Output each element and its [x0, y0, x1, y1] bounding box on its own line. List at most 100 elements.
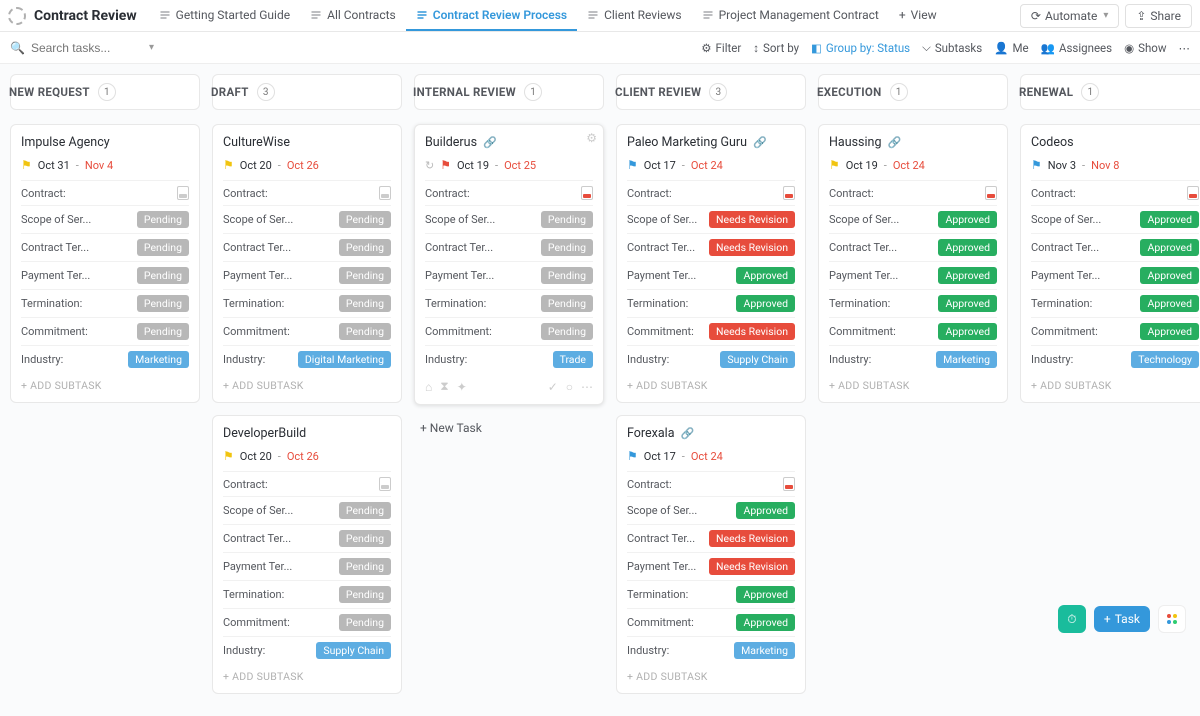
- flag-icon[interactable]: ⚑: [223, 158, 234, 172]
- task-card[interactable]: DeveloperBuild⚑Oct 20-Oct 26Contract:Sco…: [212, 415, 402, 694]
- new-task-button[interactable]: +Task: [1094, 606, 1150, 632]
- flag-icon[interactable]: ⚑: [627, 449, 638, 463]
- field-value-tag[interactable]: Approved: [736, 295, 795, 312]
- document-icon[interactable]: [1187, 186, 1199, 200]
- apps-button[interactable]: [1158, 605, 1186, 633]
- add-subtask-button[interactable]: + ADD SUBTASK: [627, 670, 795, 683]
- task-card[interactable]: Impulse Agency⚑Oct 31-Nov 4Contract:Scop…: [10, 124, 200, 403]
- show-button[interactable]: ◉Show: [1124, 41, 1166, 55]
- column-header[interactable]: EXECUTION1: [818, 74, 1008, 110]
- flag-icon[interactable]: ⚑: [223, 449, 234, 463]
- task-card[interactable]: Codeos⚑Nov 3-Nov 8Contract:Scope of Ser.…: [1020, 124, 1200, 403]
- subtasks-button[interactable]: ⌵Subtasks: [922, 40, 982, 55]
- assignees-button[interactable]: 👥Assignees: [1041, 41, 1112, 55]
- field-value-tag[interactable]: Pending: [541, 323, 593, 340]
- field-value-tag[interactable]: Trade: [553, 351, 593, 368]
- sort-button[interactable]: ↕Sort by: [753, 41, 799, 55]
- flag-icon[interactable]: ⚑: [829, 158, 840, 172]
- task-card[interactable]: Paleo Marketing Guru 🔗⚑Oct 17-Oct 24Cont…: [616, 124, 806, 403]
- gear-icon[interactable]: ⚙: [586, 131, 597, 145]
- field-value-tag[interactable]: Pending: [137, 239, 189, 256]
- field-value-tag[interactable]: Needs Revision: [709, 239, 795, 256]
- field-value-tag[interactable]: Technology: [1131, 351, 1199, 368]
- share-button[interactable]: ⇪ Share: [1125, 4, 1192, 28]
- field-value-tag[interactable]: Pending: [137, 267, 189, 284]
- field-value-tag[interactable]: Approved: [1140, 211, 1199, 228]
- field-value-tag[interactable]: Approved: [736, 586, 795, 603]
- add-view-button[interactable]: +View: [889, 0, 947, 31]
- check-icon[interactable]: ✓: [548, 380, 558, 394]
- task-card[interactable]: CultureWise⚑Oct 20-Oct 26Contract:Scope …: [212, 124, 402, 403]
- column-header[interactable]: CLIENT REVIEW3: [616, 74, 806, 110]
- view-tab[interactable]: All Contracts: [300, 0, 406, 31]
- field-value-tag[interactable]: Approved: [736, 267, 795, 284]
- field-value-tag[interactable]: Pending: [339, 239, 391, 256]
- field-value-tag[interactable]: Pending: [541, 211, 593, 228]
- circle-icon[interactable]: ○: [566, 380, 573, 394]
- field-value-tag[interactable]: Marketing: [128, 351, 189, 368]
- chevron-down-icon[interactable]: ▾: [149, 42, 154, 53]
- field-value-tag[interactable]: Approved: [1140, 239, 1199, 256]
- search-input[interactable]: [31, 41, 141, 55]
- field-value-tag[interactable]: Approved: [938, 295, 997, 312]
- field-value-tag[interactable]: Needs Revision: [709, 211, 795, 228]
- field-value-tag[interactable]: Approved: [938, 267, 997, 284]
- task-card[interactable]: Forexala 🔗⚑Oct 17-Oct 24Contract:Scope o…: [616, 415, 806, 694]
- flag-icon[interactable]: ⚑: [440, 158, 451, 172]
- field-value-tag[interactable]: Pending: [339, 295, 391, 312]
- field-value-tag[interactable]: Pending: [137, 295, 189, 312]
- more-icon[interactable]: ⋯: [581, 380, 593, 394]
- flag-icon[interactable]: ⚑: [627, 158, 638, 172]
- field-value-tag[interactable]: Approved: [938, 211, 997, 228]
- more-button[interactable]: ⋯: [1179, 41, 1191, 55]
- flag-icon[interactable]: ⚑: [21, 158, 32, 172]
- field-value-tag[interactable]: Pending: [339, 323, 391, 340]
- field-value-tag[interactable]: Approved: [938, 239, 997, 256]
- column-header[interactable]: DRAFT3: [212, 74, 402, 110]
- add-subtask-button[interactable]: + ADD SUBTASK: [223, 379, 391, 392]
- document-icon[interactable]: [985, 186, 997, 200]
- field-value-tag[interactable]: Pending: [541, 239, 593, 256]
- view-tab[interactable]: Getting Started Guide: [149, 0, 300, 31]
- document-icon[interactable]: [379, 186, 391, 200]
- field-value-tag[interactable]: Approved: [1140, 323, 1199, 340]
- group-button[interactable]: ◧Group by: Status: [811, 41, 910, 55]
- add-subtask-button[interactable]: + ADD SUBTASK: [829, 379, 997, 392]
- field-value-tag[interactable]: Approved: [1140, 267, 1199, 284]
- flag-icon[interactable]: ⚑: [1031, 158, 1042, 172]
- field-value-tag[interactable]: Pending: [339, 586, 391, 603]
- document-icon[interactable]: [783, 477, 795, 491]
- tag-icon[interactable]: ⌂: [425, 380, 432, 394]
- field-value-tag[interactable]: Approved: [938, 323, 997, 340]
- field-value-tag[interactable]: Needs Revision: [709, 558, 795, 575]
- field-value-tag[interactable]: Pending: [339, 211, 391, 228]
- view-tab[interactable]: Project Management Contract: [692, 0, 889, 31]
- timer-button[interactable]: ⏱: [1058, 605, 1086, 633]
- field-value-tag[interactable]: Approved: [1140, 295, 1199, 312]
- document-icon[interactable]: [581, 186, 593, 200]
- field-value-tag[interactable]: Pending: [339, 530, 391, 547]
- column-header[interactable]: RENEWAL1: [1020, 74, 1200, 110]
- task-card[interactable]: Builderus 🔗⚙↻⚑Oct 19-Oct 25Contract:Scop…: [414, 124, 604, 405]
- view-tab[interactable]: Client Reviews: [577, 0, 692, 31]
- column-header[interactable]: INTERNAL REVIEW1: [414, 74, 604, 110]
- field-value-tag[interactable]: Pending: [339, 502, 391, 519]
- filter-button[interactable]: ⚙Filter: [701, 41, 741, 55]
- document-icon[interactable]: [177, 186, 189, 200]
- document-icon[interactable]: [379, 477, 391, 491]
- add-subtask-button[interactable]: + ADD SUBTASK: [223, 670, 391, 683]
- field-value-tag[interactable]: Pending: [541, 295, 593, 312]
- add-subtask-button[interactable]: + ADD SUBTASK: [627, 379, 795, 392]
- field-value-tag[interactable]: Marketing: [936, 351, 997, 368]
- new-task-button[interactable]: + New Task: [414, 417, 604, 439]
- field-value-tag[interactable]: Needs Revision: [709, 323, 795, 340]
- view-tab[interactable]: Contract Review Process: [406, 0, 577, 31]
- field-value-tag[interactable]: Pending: [339, 614, 391, 631]
- task-card[interactable]: Haussing 🔗⚑Oct 19-Oct 24Contract:Scope o…: [818, 124, 1008, 403]
- field-value-tag[interactable]: Pending: [339, 267, 391, 284]
- hourglass-icon[interactable]: ⧗: [440, 379, 448, 394]
- add-subtask-button[interactable]: + ADD SUBTASK: [1031, 379, 1199, 392]
- add-subtask-button[interactable]: + ADD SUBTASK: [21, 379, 189, 392]
- me-button[interactable]: 👤Me: [994, 41, 1028, 55]
- document-icon[interactable]: [783, 186, 795, 200]
